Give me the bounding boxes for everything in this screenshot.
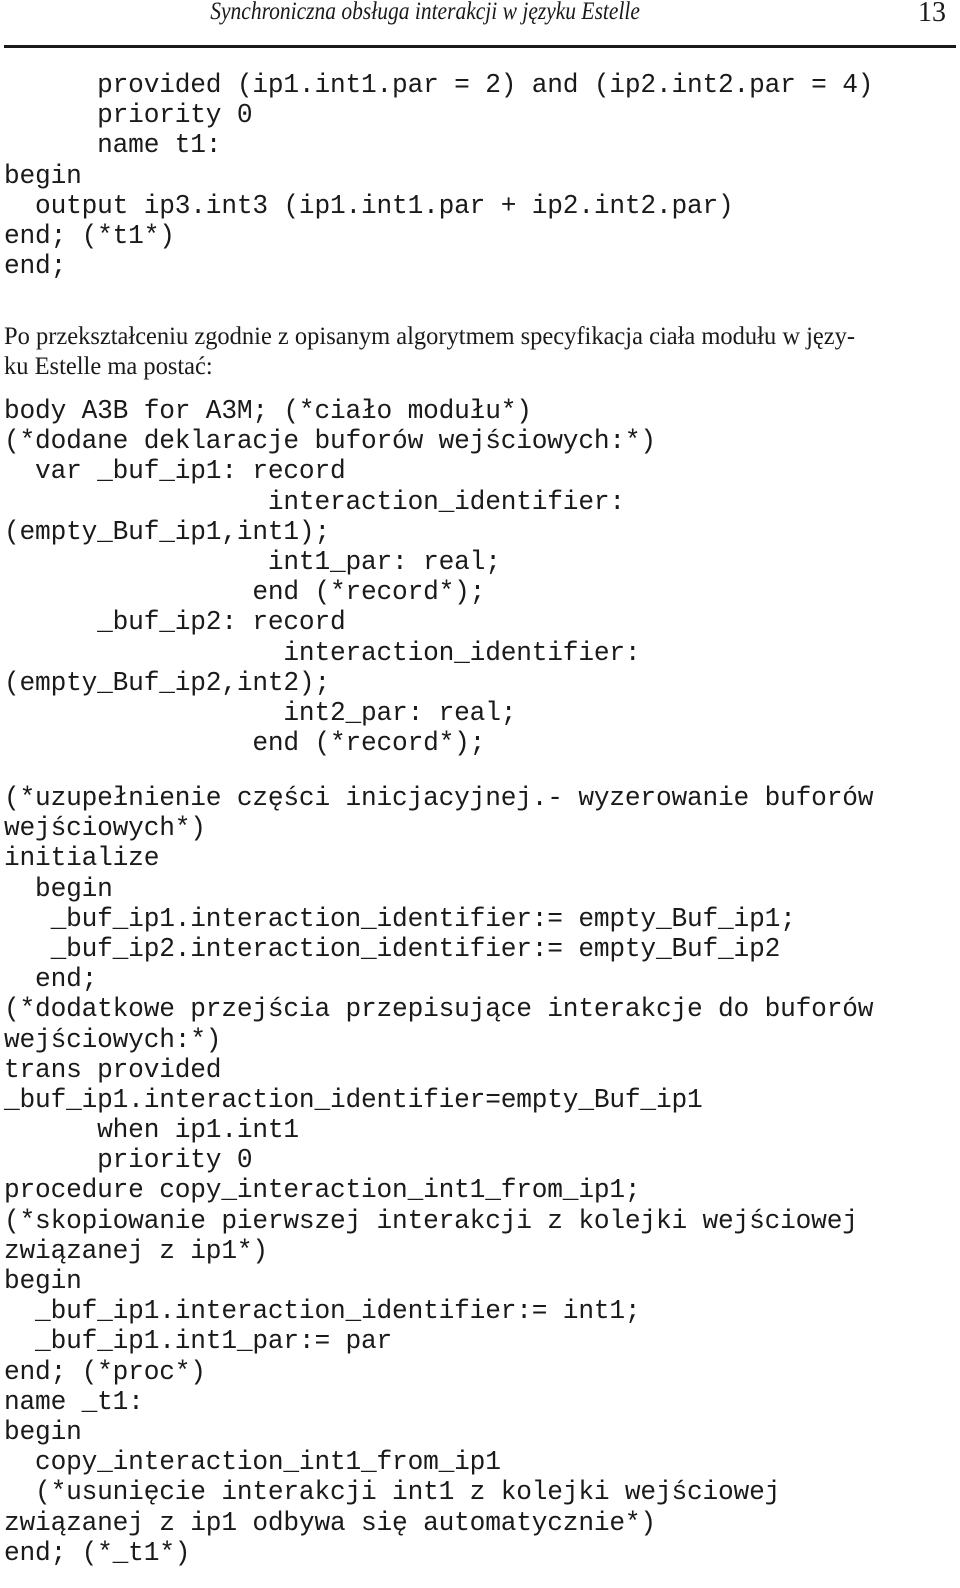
code-line: provided (ip1.int1.par = 2) and (ip2.int… [4,70,874,100]
code-line: _buf_ip1.int1_par:= par [4,1326,393,1357]
code-line: (*dodatkowe przejścia przepisujące inter… [4,994,874,1025]
code-line: _buf_ip1.interaction_identifier=empty_Bu… [4,1084,703,1115]
code-line: trans provided [4,1054,222,1085]
code-line: (*dodane deklaracje buforów wejściowych:… [4,426,656,457]
code-line: związanej z ip1*) [4,1235,268,1266]
code-block-transition-t1: provided (ip1.int1.par = 2) and (ip2.int… [4,70,873,281]
code-line: end (*record*); [4,577,486,608]
code-line: begin [4,160,82,191]
code-line: interaction_identifier: [4,486,625,517]
code-line: var _buf_ip1: record [4,456,346,487]
code-line: (empty_Buf_ip2,int2); [4,667,330,698]
code-line: end; (*t1*) [4,220,175,251]
code-line: (*usunięcie interakcji int1 z kolejki we… [4,1477,781,1508]
code-line: (*skopiowanie pierwszej interakcji z kol… [4,1205,858,1236]
code-line: procedure copy_interaction_int1_from_ip1… [4,1175,641,1206]
code-line: związanej z ip1 odbywa się automatycznie… [4,1507,656,1538]
code-line: end; (*_t1*) [4,1537,191,1568]
code-line: int1_par: real; [4,546,501,577]
code-line: begin [4,873,113,904]
running-header-title: Synchroniczna obsługa interakcji w język… [210,0,640,25]
code-line: initialize [4,843,160,874]
code-line: name _t1: [4,1386,144,1417]
code-line: _buf_ip1.interaction_identifier:= empty_… [4,903,796,934]
code-line: interaction_identifier: [4,637,641,668]
header-rule [4,45,956,48]
code-line: priority 0 [4,100,253,131]
code-line: output ip3.int3 (ip1.int1.par + ip2.int2… [4,190,734,221]
page-number: 13 [918,0,946,28]
code-line: (*uzupełnienie części inicjacyjnej.- wyz… [4,783,874,813]
code-line: body A3B for A3M; (*ciało modułu*) [4,396,532,426]
code-line: name t1: [4,130,222,161]
code-line: when ip1.int1 [4,1115,299,1146]
code-line: end; [4,251,67,282]
paragraph-line: ku Estelle ma postać: [4,353,213,380]
code-line: _buf_ip2.interaction_identifier:= empty_… [4,933,781,964]
code-line: (empty_Buf_ip1,int1); [4,516,330,547]
code-line: _buf_ip2: record [4,607,346,638]
paragraph-line: Po przekształceniu zgodnie z opisanym al… [4,323,856,350]
code-line: end (*record*); [4,728,486,759]
code-line: begin [4,1266,82,1296]
code-line: priority 0 [4,1145,253,1176]
code-line: wejściowych:*) [4,1024,222,1055]
code-line: int2_par: real; [4,697,517,728]
code-line: end; (*proc*) [4,1356,206,1387]
code-line: wejściowych*) [4,813,206,844]
body-paragraph: Po przekształceniu zgodnie z opisanym al… [4,322,944,382]
code-block-declarations: body A3B for A3M; (*ciało modułu*) (*doda… [4,396,656,758]
code-line: copy_interaction_int1_from_ip1 [4,1447,501,1478]
code-block-initialize-and-trans: (*uzupełnienie części inicjacyjnej.- wyz… [4,783,873,1568]
code-line: begin [4,1416,82,1447]
code-line: end; [4,964,98,995]
code-line: _buf_ip1.interaction_identifier:= int1; [4,1296,641,1327]
